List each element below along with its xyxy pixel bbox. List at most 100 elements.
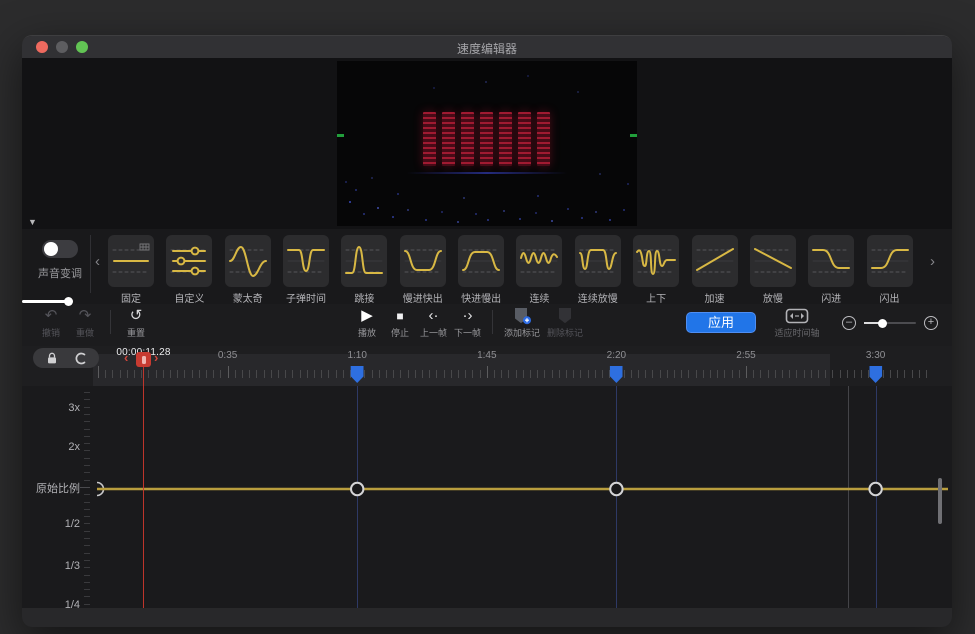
ruler-tick	[638, 370, 639, 378]
divider	[90, 235, 91, 293]
ruler-tick	[645, 370, 646, 378]
ruler-tick	[912, 370, 913, 378]
preset-scroll-right-icon[interactable]: ›	[930, 253, 935, 270]
ruler-tick	[566, 370, 567, 378]
lock-icon[interactable]	[46, 352, 58, 365]
ruler-tick	[832, 370, 833, 378]
vertical-scrollbar[interactable]	[938, 478, 942, 524]
preset-scrollbar-knob[interactable]	[64, 297, 73, 306]
continuous-slow-curve[interactable]	[575, 235, 621, 287]
ruler-tick	[523, 370, 524, 378]
audience-lights	[337, 61, 339, 63]
timeline-ruler[interactable]: 0:351:101:452:202:553:30 00:00:11.28 ‹ ›	[22, 346, 952, 386]
ruler-tick	[134, 370, 135, 378]
slow-in-fast-out-curve[interactable]	[400, 235, 446, 287]
loop-icon[interactable]	[72, 352, 87, 365]
accelerate-curve[interactable]	[692, 235, 738, 287]
ruler-tick	[796, 370, 797, 378]
preset-scrollbar[interactable]	[22, 300, 68, 303]
preset-up-down-curve[interactable]: 上下	[627, 235, 685, 305]
preset-flash-out-curve[interactable]: 闪出	[861, 235, 919, 305]
continuous-curve[interactable]	[516, 235, 562, 287]
disclosure-triangle-icon[interactable]: ▼	[28, 217, 37, 227]
flash-out-curve[interactable]	[867, 235, 913, 287]
ruler-tick	[674, 370, 675, 378]
speed-keyframe[interactable]	[610, 483, 622, 495]
ruler-time-label: 0:35	[218, 350, 237, 361]
speed-keyframe[interactable]	[351, 483, 363, 495]
preset-continuous-curve[interactable]: 连续	[510, 235, 568, 305]
ruler-tick	[127, 370, 128, 378]
preset-fast-in-slow-out-curve[interactable]: 快进慢出	[452, 235, 510, 305]
ruler-tick	[681, 370, 682, 378]
ruler-tick	[292, 370, 293, 378]
ruler-tick	[120, 370, 121, 378]
timeline-marker[interactable]	[869, 366, 882, 383]
ruler-tick	[602, 370, 603, 378]
playhead-left-chevron-icon[interactable]: ‹	[124, 350, 128, 365]
add-marker-icon	[514, 307, 531, 325]
fixed-speed-curve[interactable]	[108, 235, 154, 287]
apply-button[interactable]: 应用	[686, 312, 756, 333]
zoom-slider-knob[interactable]	[878, 319, 887, 328]
reset-button[interactable]: ↺ 重置	[123, 307, 149, 339]
preset-flash-in-curve[interactable]: 闪进	[802, 235, 860, 305]
zoom-slider[interactable]	[864, 322, 916, 324]
montage-curve[interactable]	[225, 235, 271, 287]
custom-curve[interactable]	[166, 235, 212, 287]
up-down-curve[interactable]	[633, 235, 679, 287]
ruler-tick	[307, 370, 308, 378]
playhead-handle[interactable]	[136, 352, 151, 367]
pitch-toggle[interactable]	[42, 240, 78, 258]
ruler-tick	[724, 370, 725, 378]
preset-label: 固定	[102, 290, 160, 305]
ruler-tick	[400, 370, 401, 378]
speed-keyframe[interactable]	[869, 483, 881, 495]
preset-accelerate-curve[interactable]: 加速	[686, 235, 744, 305]
next-frame-icon: ·›	[463, 307, 473, 325]
preset-jump-cut-curve[interactable]: 跳接	[335, 235, 393, 305]
preset-label: 闪进	[802, 290, 860, 305]
playhead-line[interactable]	[143, 367, 145, 608]
fit-timeline-button[interactable]: 适应时间轴	[767, 308, 827, 339]
ruler-tick	[811, 370, 812, 378]
ruler-time-label: 1:10	[347, 350, 366, 361]
ruler-tick	[314, 370, 315, 378]
exit-sign-left	[337, 134, 344, 137]
preset-label: 上下	[627, 290, 685, 305]
stop-button[interactable]: ■ 停止	[387, 307, 413, 339]
slow-down-curve[interactable]	[750, 235, 796, 287]
fast-in-slow-out-curve[interactable]	[458, 235, 504, 287]
video-preview[interactable]	[337, 61, 637, 226]
ruler-tick	[213, 370, 214, 378]
bullet-time-curve[interactable]	[283, 235, 329, 287]
preset-slow-down-curve[interactable]: 放慢	[744, 235, 802, 305]
next-frame-button[interactable]: ·› 下一帧	[454, 307, 481, 339]
ruler-tick	[98, 366, 99, 378]
flash-in-curve[interactable]	[808, 235, 854, 287]
ruler-tick	[393, 370, 394, 378]
divider	[492, 310, 493, 334]
ruler-tick	[897, 370, 898, 378]
ruler-tick	[652, 370, 653, 378]
preset-continuous-slow-curve[interactable]: 连续放慢	[569, 235, 627, 305]
preset-fixed-speed-curve[interactable]: 固定	[102, 235, 160, 305]
zoom-out-button[interactable]: –	[842, 316, 856, 330]
speed-curve[interactable]	[22, 386, 952, 608]
playhead-right-chevron-icon[interactable]: ›	[154, 350, 158, 365]
prev-frame-button[interactable]: ‹· 上一帧	[420, 307, 447, 339]
speed-graph[interactable]: 3x2x原始比例1/21/31/4	[22, 386, 952, 608]
preset-slow-in-fast-out-curve[interactable]: 慢进快出	[394, 235, 452, 305]
preset-bullet-time-curve[interactable]: 子弹时间	[277, 235, 335, 305]
stage-light-tower	[461, 112, 474, 166]
ruler-tick	[408, 370, 409, 378]
preset-montage-curve[interactable]: 蒙太奇	[219, 235, 277, 305]
add-marker-button[interactable]: 添加标记	[504, 307, 540, 339]
preset-scroll-left-icon[interactable]: ‹	[95, 253, 100, 270]
ruler-tick	[112, 370, 113, 378]
preset-custom-curve[interactable]: 自定义	[160, 235, 218, 305]
play-button[interactable]: ▶ 播放	[354, 307, 380, 339]
jump-cut-curve[interactable]	[341, 235, 387, 287]
ruler-tick	[904, 370, 905, 378]
zoom-in-button[interactable]: +	[924, 316, 938, 330]
